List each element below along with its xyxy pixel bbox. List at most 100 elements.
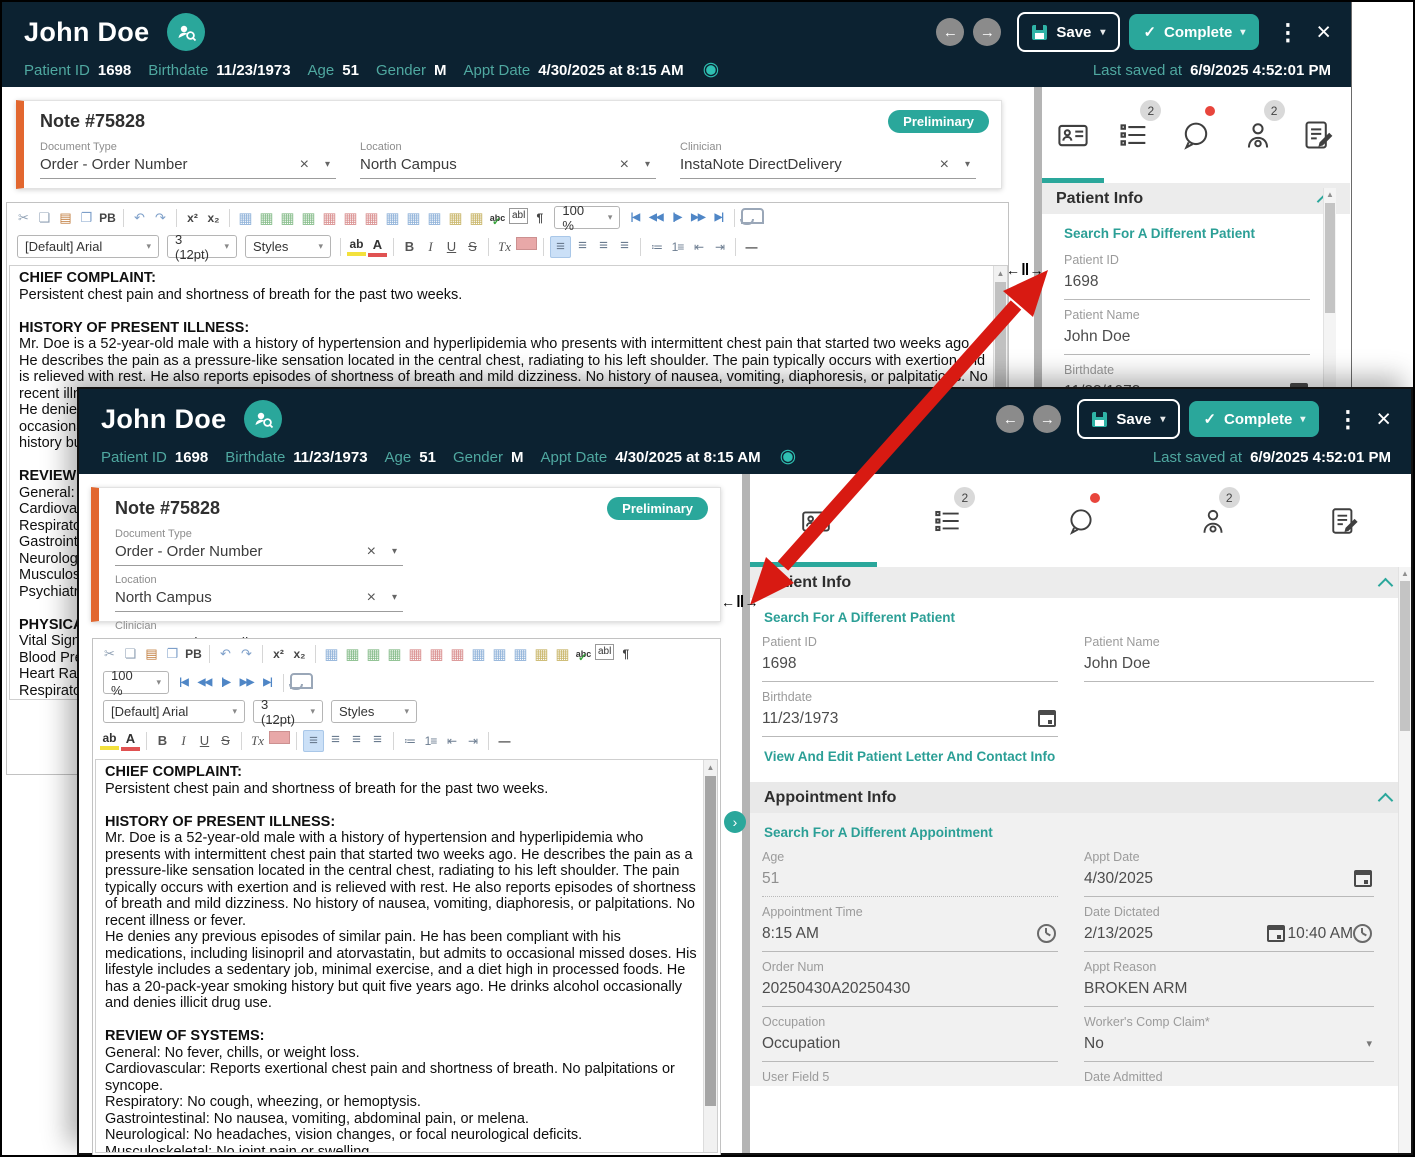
dropdown-caret-icon[interactable]: ▾ bbox=[392, 546, 397, 557]
tab-note-sections[interactable]: 2 bbox=[1104, 87, 1166, 183]
merge-cells-icon[interactable]: ▦ bbox=[469, 644, 488, 664]
paste-icon[interactable]: ▤ bbox=[142, 644, 161, 664]
cell-properties-icon[interactable]: ▦ bbox=[532, 644, 551, 664]
calendar-icon[interactable] bbox=[1038, 710, 1056, 727]
paste-special-icon[interactable]: ❐ bbox=[77, 208, 96, 228]
font-family-select[interactable]: [Default] Arial▾ bbox=[17, 235, 159, 258]
close-icon[interactable]: × bbox=[1316, 22, 1331, 42]
numbered-list-icon[interactable]: 1≡ bbox=[421, 731, 440, 751]
page-break-button[interactable]: PB bbox=[184, 644, 203, 664]
patient-letter-link[interactable]: View And Edit Patient Letter And Contact… bbox=[764, 749, 1367, 764]
zoom-level-select[interactable]: 100 %▾ bbox=[103, 671, 169, 694]
close-icon[interactable]: × bbox=[1376, 409, 1391, 429]
indent-icon[interactable]: ⇥ bbox=[463, 731, 482, 751]
insert-table-icon[interactable]: ▦ bbox=[236, 208, 255, 228]
nav-last-icon[interactable]: ▶| bbox=[709, 208, 728, 228]
clear-format-icon[interactable]: Tx bbox=[248, 731, 267, 751]
pilcrow-icon[interactable]: ¶ bbox=[616, 644, 635, 664]
font-size-select[interactable]: 3 (12pt)▾ bbox=[253, 700, 323, 723]
find-replace-icon[interactable]: abl bbox=[509, 208, 528, 224]
delete-table-icon[interactable]: ▦ bbox=[553, 644, 572, 664]
scrollbar-thumb[interactable] bbox=[705, 776, 716, 1106]
add-row-below-icon[interactable]: ▦ bbox=[406, 644, 425, 664]
paste-special-icon[interactable]: ❐ bbox=[163, 644, 182, 664]
align-center-icon[interactable]: ≡ bbox=[573, 236, 592, 256]
save-button[interactable]: Save ▾ bbox=[1077, 399, 1180, 439]
panel-expand-button[interactable]: › bbox=[724, 811, 746, 833]
nav-first-icon[interactable]: |◀ bbox=[625, 208, 644, 228]
panel-scrollbar[interactable]: ▲ bbox=[1398, 567, 1411, 1153]
align-left-icon[interactable]: ≡ bbox=[550, 236, 571, 258]
nav-last-icon[interactable]: ▶| bbox=[258, 673, 277, 693]
appointment-info-section-header[interactable]: Appointment Info bbox=[750, 782, 1411, 813]
nav-play-icon[interactable]: |▶ bbox=[667, 208, 686, 228]
tab-clinicians[interactable]: 2 bbox=[1147, 474, 1279, 567]
outdent-icon[interactable]: ⇤ bbox=[689, 237, 708, 257]
tab-sign-note[interactable] bbox=[1288, 87, 1350, 183]
scrollbar-thumb[interactable] bbox=[1325, 203, 1335, 313]
save-dropdown-caret-icon[interactable]: ▾ bbox=[1160, 414, 1165, 425]
nav-prev-icon[interactable]: ◀◀ bbox=[195, 673, 214, 693]
complete-button[interactable]: ✓ Complete ▾ bbox=[1129, 14, 1259, 50]
tab-comments[interactable] bbox=[1014, 474, 1146, 567]
strikethrough-icon[interactable]: S bbox=[463, 237, 482, 257]
clear-field-icon[interactable]: × bbox=[367, 591, 376, 605]
clear-format-icon[interactable]: Tx bbox=[495, 237, 514, 257]
nav-next-icon[interactable]: ▶▶ bbox=[237, 673, 256, 693]
search-different-appointment-link[interactable]: Search For A Different Appointment bbox=[764, 825, 1367, 840]
subscript-icon[interactable]: x₂ bbox=[290, 644, 309, 664]
patient-search-button[interactable] bbox=[167, 13, 205, 51]
align-left-icon[interactable]: ≡ bbox=[303, 730, 324, 752]
add-column-left-icon[interactable]: ▦ bbox=[343, 644, 362, 664]
block-highlight-icon[interactable] bbox=[269, 731, 290, 744]
tab-clinicians[interactable]: 2 bbox=[1227, 87, 1289, 183]
dropdown-caret-icon[interactable]: ▾ bbox=[965, 159, 970, 170]
dropdown-caret-icon[interactable]: ▾ bbox=[392, 592, 397, 603]
save-button[interactable]: Save ▾ bbox=[1017, 12, 1120, 52]
tab-comments[interactable] bbox=[1165, 87, 1227, 183]
tab-note-sections[interactable]: 2 bbox=[882, 474, 1014, 567]
align-justify-icon[interactable]: ≡ bbox=[368, 730, 387, 750]
subscript-icon[interactable]: x₂ bbox=[204, 208, 223, 228]
delete-table-icon[interactable]: ▦ bbox=[467, 208, 486, 228]
add-column-right-icon[interactable]: ▦ bbox=[278, 208, 297, 228]
patient-search-button[interactable] bbox=[244, 400, 282, 438]
align-right-icon[interactable]: ≡ bbox=[594, 236, 613, 256]
delete-column-icon[interactable]: ▦ bbox=[427, 644, 446, 664]
split-cells-icon[interactable]: ▦ bbox=[490, 644, 509, 664]
calendar-icon[interactable] bbox=[1267, 925, 1285, 942]
horizontal-rule-icon[interactable]: — bbox=[495, 731, 514, 751]
table-properties-icon[interactable]: ▦ bbox=[511, 644, 530, 664]
save-dropdown-caret-icon[interactable]: ▾ bbox=[1100, 27, 1105, 38]
add-column-left-icon[interactable]: ▦ bbox=[257, 208, 276, 228]
more-options-kebab-icon[interactable]: ⋮ bbox=[1276, 19, 1299, 46]
italic-icon[interactable]: I bbox=[421, 237, 440, 257]
nav-play-icon[interactable]: |▶ bbox=[216, 673, 235, 693]
pilcrow-icon[interactable]: ¶ bbox=[530, 208, 549, 228]
styles-select[interactable]: Styles▾ bbox=[245, 235, 331, 258]
delete-row-icon[interactable]: ▦ bbox=[362, 208, 381, 228]
copy-icon[interactable]: ❏ bbox=[121, 644, 140, 664]
undo-icon[interactable]: ↶ bbox=[130, 208, 149, 228]
add-row-above-icon[interactable]: ▦ bbox=[385, 644, 404, 664]
styles-select[interactable]: Styles▾ bbox=[331, 700, 417, 723]
underline-icon[interactable]: U bbox=[442, 237, 461, 257]
calendar-icon[interactable] bbox=[1354, 870, 1372, 887]
back-button[interactable]: ← bbox=[936, 18, 964, 46]
align-right-icon[interactable]: ≡ bbox=[347, 730, 366, 750]
forward-button[interactable]: → bbox=[973, 18, 1001, 46]
tab-patient-info[interactable] bbox=[750, 474, 882, 567]
superscript-icon[interactable]: x² bbox=[269, 644, 288, 664]
redo-icon[interactable]: ↷ bbox=[151, 208, 170, 228]
clock-icon[interactable] bbox=[1037, 924, 1056, 943]
align-justify-icon[interactable]: ≡ bbox=[615, 236, 634, 256]
complete-button[interactable]: ✓ Complete ▾ bbox=[1189, 401, 1319, 437]
patient-info-section-header[interactable]: Patient Info bbox=[750, 567, 1411, 598]
font-size-select[interactable]: 3 (12pt)▾ bbox=[167, 235, 237, 258]
add-column-right-icon[interactable]: ▦ bbox=[364, 644, 383, 664]
clear-field-icon[interactable]: × bbox=[300, 158, 309, 172]
nav-next-icon[interactable]: ▶▶ bbox=[688, 208, 707, 228]
clock-icon[interactable] bbox=[1353, 924, 1372, 943]
horizontal-rule-icon[interactable]: — bbox=[742, 237, 761, 257]
add-row-below-icon[interactable]: ▦ bbox=[320, 208, 339, 228]
